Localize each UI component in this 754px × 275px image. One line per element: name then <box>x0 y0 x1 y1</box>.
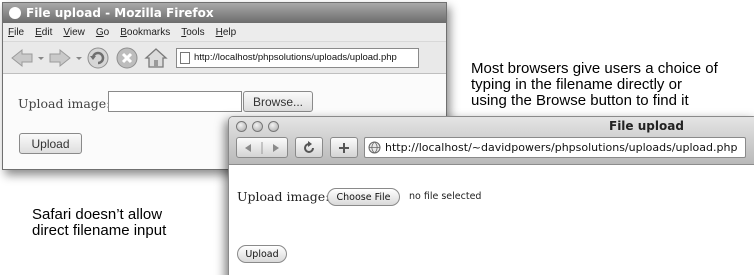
file-status-text: no file selected <box>409 191 482 202</box>
menu-help[interactable]: Help <box>216 27 237 38</box>
safari-caption: Safari doesn’t allow direct filename inp… <box>32 207 166 239</box>
close-window-button[interactable] <box>236 121 247 132</box>
caption-line: direct filename input <box>32 222 167 239</box>
address-bar[interactable]: http://localhost/phpsolutions/uploads/up… <box>176 47 419 68</box>
add-bookmark-button[interactable] <box>330 137 358 158</box>
chevron-down-icon <box>76 56 82 60</box>
reload-icon <box>304 140 314 153</box>
firefox-logo-icon <box>9 7 21 19</box>
reload-icon <box>87 47 109 68</box>
forward-button[interactable] <box>47 47 73 69</box>
caption-line: Safari doesn’t allow <box>32 206 163 223</box>
caption-line: using the Browse button to find it <box>471 92 689 109</box>
zoom-window-button[interactable] <box>268 121 279 132</box>
address-bar[interactable]: http://localhost/~davidpowers/phpsolutio… <box>364 137 746 158</box>
window-controls <box>236 121 279 132</box>
upload-button[interactable]: Upload <box>19 133 82 154</box>
menu-view[interactable]: View <box>63 27 85 38</box>
firefox-title-bar: File upload - Mozilla Firefox <box>3 3 446 23</box>
menu-edit[interactable]: Edit <box>35 27 52 38</box>
back-forward-buttons[interactable] <box>236 137 288 158</box>
firefox-window-title: File upload - Mozilla Firefox <box>26 6 214 20</box>
home-icon <box>144 47 168 68</box>
back-history-dropdown[interactable] <box>38 53 44 63</box>
back-button[interactable] <box>9 47 35 69</box>
caption-line: Most browsers give users a choice of <box>471 60 718 77</box>
forward-arrow-icon <box>49 48 71 67</box>
reload-button[interactable] <box>295 137 323 158</box>
menu-tools[interactable]: Tools <box>181 27 204 38</box>
page-icon <box>180 51 190 64</box>
stop-icon <box>116 47 138 68</box>
forward-history-dropdown[interactable] <box>76 53 82 63</box>
home-button[interactable] <box>143 45 169 71</box>
minimize-window-button[interactable] <box>252 121 263 132</box>
menu-file[interactable]: File <box>8 27 24 38</box>
upload-image-label: Upload image: <box>18 96 111 111</box>
safari-toolbar: File upload http://localhost/~davidpower… <box>229 117 754 165</box>
chevron-down-icon <box>38 56 44 60</box>
stop-button[interactable] <box>114 45 140 71</box>
back-forward-arrows-icon <box>245 141 279 154</box>
choose-file-button[interactable]: Choose File <box>327 188 400 206</box>
caption-line: typing in the filename directly or <box>471 76 682 93</box>
plus-icon <box>339 142 349 153</box>
upload-image-label: Upload image: <box>237 189 330 204</box>
back-arrow-icon <box>11 48 33 67</box>
firefox-caption: Most browsers give users a choice of typ… <box>471 61 718 109</box>
address-url: http://localhost/~davidpowers/phpsolutio… <box>385 141 738 154</box>
menu-bookmarks[interactable]: Bookmarks <box>120 27 170 38</box>
safari-window: File upload http://localhost/~davidpower… <box>228 116 754 275</box>
browse-button[interactable]: Browse... <box>243 91 313 112</box>
upload-button[interactable]: Upload <box>237 245 287 263</box>
safari-window-title: File upload <box>609 119 684 133</box>
reload-button[interactable] <box>85 45 111 71</box>
globe-icon <box>368 141 381 154</box>
firefox-menu-bar: File Edit View Go Bookmarks Tools Help <box>3 23 446 42</box>
firefox-navigation-toolbar: http://localhost/phpsolutions/uploads/up… <box>3 42 446 74</box>
menu-go[interactable]: Go <box>96 27 109 38</box>
file-path-input[interactable] <box>108 91 242 112</box>
address-url: http://localhost/phpsolutions/uploads/up… <box>194 52 397 63</box>
